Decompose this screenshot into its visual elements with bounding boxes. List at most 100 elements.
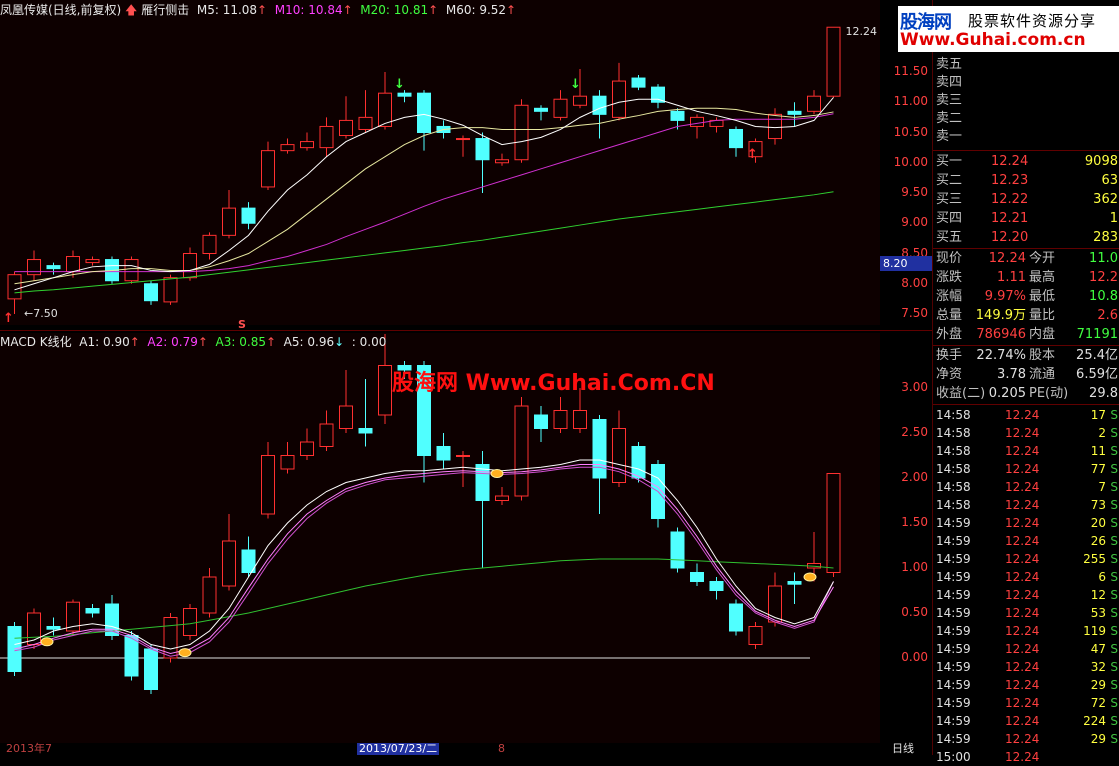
candle-body bbox=[339, 119, 353, 137]
chart-divider[interactable] bbox=[0, 330, 932, 331]
arrow-up-icon: ↑ bbox=[428, 3, 439, 17]
buy-row[interactable]: 买三 12.22 362 bbox=[933, 191, 1119, 209]
tick-row[interactable]: 14:59 12.24 47 S bbox=[933, 640, 1119, 658]
tick-row[interactable]: 14:58 12.24 77 S bbox=[933, 460, 1119, 478]
buy-row[interactable]: 买四 12.21 1 bbox=[933, 210, 1119, 228]
candle-body bbox=[46, 626, 61, 630]
tick-volume: 224 bbox=[1083, 714, 1106, 728]
buy-price: 12.21 bbox=[991, 211, 1029, 226]
candle-body bbox=[748, 626, 763, 645]
candle-body bbox=[222, 540, 236, 587]
stat-label: 现价 bbox=[936, 251, 963, 266]
candle-body bbox=[807, 95, 821, 112]
candle-body bbox=[85, 608, 100, 614]
buy-volume: 1 bbox=[1109, 211, 1118, 226]
tick-row[interactable]: 14:58 12.24 2 S bbox=[933, 424, 1119, 442]
candle-body bbox=[319, 423, 334, 447]
stat-value: 11.0 bbox=[1089, 251, 1118, 266]
tick-volume: 26 bbox=[1090, 534, 1106, 548]
tick-row[interactable]: 14:59 12.24 12 S bbox=[933, 586, 1119, 604]
tick-row[interactable]: 14:58 12.24 11 S bbox=[933, 442, 1119, 460]
sell-row[interactable]: 卖二 bbox=[933, 110, 1119, 128]
sell-row[interactable]: 卖一 bbox=[933, 128, 1119, 146]
candle-body bbox=[768, 113, 782, 140]
tick-time: 14:59 bbox=[936, 552, 971, 566]
tick-row[interactable]: 14:59 12.24 20 S bbox=[933, 514, 1119, 532]
tick-side: S bbox=[1110, 480, 1118, 494]
tick-time: 14:58 bbox=[936, 408, 971, 422]
tick-time: 14:59 bbox=[936, 714, 971, 728]
tick-row[interactable]: 14:59 12.24 53 S bbox=[933, 604, 1119, 622]
fund-label: PE(动) bbox=[1029, 386, 1069, 401]
tick-time: 14:58 bbox=[936, 480, 971, 494]
tick-row[interactable]: 14:59 12.24 224 S bbox=[933, 712, 1119, 730]
buy-row[interactable]: 买五 12.20 283 bbox=[933, 229, 1119, 247]
a2-value: A2: 0.79 bbox=[147, 335, 198, 349]
tick-row[interactable]: 14:59 12.24 6 S bbox=[933, 568, 1119, 586]
buy-label: 买五 bbox=[936, 230, 963, 245]
buy-volume: 9098 bbox=[1084, 154, 1118, 169]
period-label[interactable]: 日线 bbox=[892, 743, 914, 755]
tick-row[interactable]: 14:59 12.24 29 S bbox=[933, 730, 1119, 748]
stat-row: 涨跌 1.11 最高 12.2 bbox=[933, 269, 1119, 287]
stat-value: 12.2 bbox=[1089, 270, 1118, 285]
tick-row[interactable]: 14:58 12.24 7 S bbox=[933, 478, 1119, 496]
tick-side: S bbox=[1110, 408, 1118, 422]
candle-body bbox=[436, 446, 451, 461]
tick-row[interactable]: 14:58 12.24 73 S bbox=[933, 496, 1119, 514]
buy-price: 12.23 bbox=[991, 173, 1029, 188]
candle-body bbox=[378, 92, 392, 127]
tick-price: 12.24 bbox=[1005, 516, 1040, 530]
tick-time: 14:58 bbox=[936, 444, 971, 458]
candle-body bbox=[222, 207, 236, 236]
tick-row[interactable]: 15:00 12.24 bbox=[933, 748, 1119, 766]
watermark-text: 股海网 Www.Guhai.Com.CN bbox=[392, 371, 715, 396]
arrow-up-icon: ↑ bbox=[265, 335, 277, 349]
stat-row: 现价 12.24 今开 11.0 bbox=[933, 250, 1119, 268]
tick-row[interactable]: 14:59 12.24 26 S bbox=[933, 532, 1119, 550]
candle-body bbox=[378, 365, 392, 416]
candle-body bbox=[670, 531, 685, 569]
ma10-value: M10: 10.84 bbox=[274, 3, 343, 17]
formula-name[interactable]: 雁行侧击 bbox=[141, 3, 189, 17]
candle-body bbox=[690, 572, 704, 582]
buy-row[interactable]: 买一 12.24 9098 bbox=[933, 153, 1119, 171]
tick-side: S bbox=[1110, 552, 1118, 566]
tick-row[interactable]: 14:59 12.24 255 S bbox=[933, 550, 1119, 568]
candle-body bbox=[631, 446, 646, 479]
price-chart[interactable]: 12.24 ←7.50 ↓ ↓ ↑ ↑ bbox=[0, 0, 880, 326]
tick-row[interactable]: 14:58 12.24 17 S bbox=[933, 406, 1119, 424]
stat-value: 1.11 bbox=[997, 270, 1026, 285]
tick-row[interactable]: 14:59 12.24 72 S bbox=[933, 694, 1119, 712]
tick-row[interactable]: 14:59 12.24 119 S bbox=[933, 622, 1119, 640]
logo-banner: 股海网 股票软件资源分享 Www.Guhai.com.cn bbox=[898, 6, 1119, 52]
stat-label: 量比 bbox=[1029, 308, 1056, 323]
candle-body bbox=[631, 77, 646, 88]
tick-row[interactable]: 14:59 12.24 32 S bbox=[933, 658, 1119, 676]
buy-volume: 63 bbox=[1101, 173, 1118, 188]
price-tick: 7.50 bbox=[901, 306, 928, 320]
sell-row[interactable]: 卖三 bbox=[933, 92, 1119, 110]
candle-body bbox=[27, 259, 41, 276]
tick-side: S bbox=[1110, 534, 1118, 548]
fund-row: 换手 22.74% 股本 25.4亿 bbox=[933, 347, 1119, 365]
stat-value: 786946 bbox=[976, 327, 1026, 342]
candle-body bbox=[729, 128, 743, 149]
candle-body bbox=[66, 256, 80, 273]
candle-body bbox=[553, 98, 568, 118]
ma20-value: M20: 10.81 bbox=[360, 3, 429, 17]
candle-body bbox=[202, 234, 217, 255]
tick-price: 12.24 bbox=[1005, 660, 1040, 674]
indicator-tick: 1.00 bbox=[901, 560, 928, 574]
cross-signal-icon bbox=[490, 469, 504, 478]
candle-body bbox=[7, 274, 22, 300]
indicator-name[interactable]: MACD K线化 bbox=[0, 335, 72, 349]
stat-label: 最高 bbox=[1029, 270, 1056, 285]
tick-price: 12.24 bbox=[1005, 642, 1040, 656]
sell-row[interactable]: 卖四 bbox=[933, 74, 1119, 92]
tick-row[interactable]: 14:59 12.24 29 S bbox=[933, 676, 1119, 694]
sell-row[interactable]: 卖五 bbox=[933, 56, 1119, 74]
buy-row[interactable]: 买二 12.23 63 bbox=[933, 172, 1119, 190]
cross-signal-icon bbox=[40, 637, 54, 647]
tick-side: S bbox=[1110, 498, 1118, 512]
